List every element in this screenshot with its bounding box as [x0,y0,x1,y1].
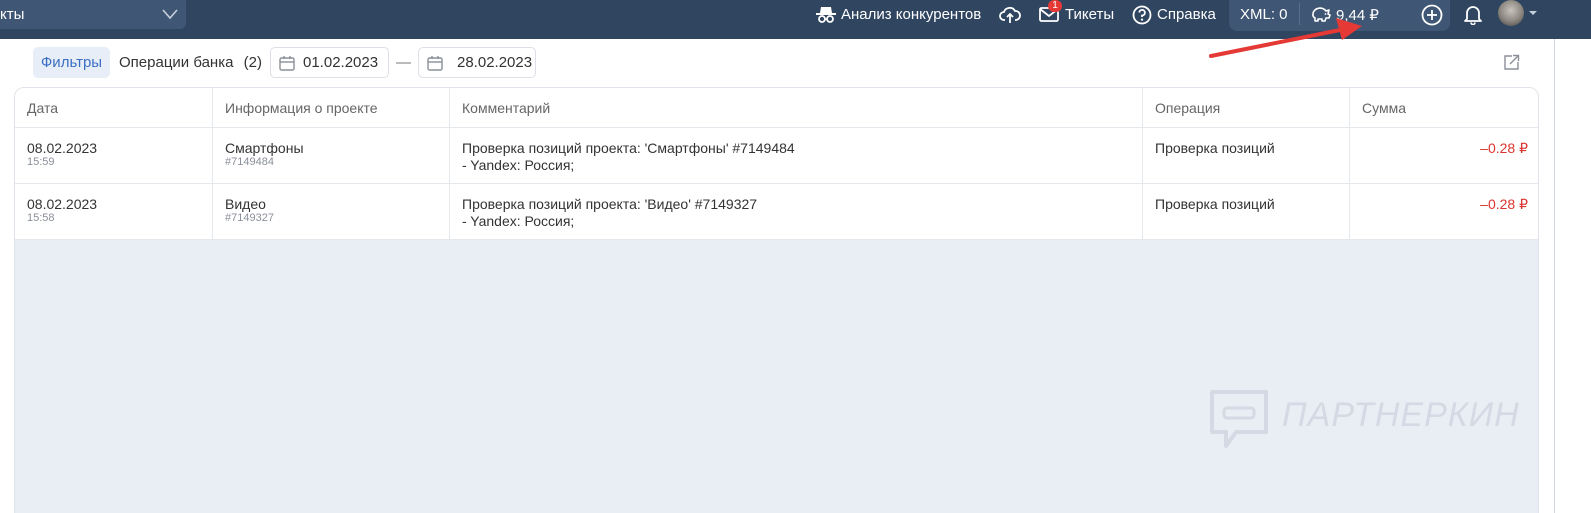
chevron-down-icon [162,9,178,20]
watermark-text: ПАРТНЕРКИН [1282,396,1520,434]
competitors-analysis-label: Анализ конкурентов [841,6,982,23]
filters-button[interactable]: Фильтры [33,47,110,78]
bank-operations-label: Операции банка [119,54,234,71]
project-id: #7149484 [225,156,274,168]
comment-line: - Yandex: Россия; [462,157,575,173]
date-to-value: 28.02.2023 [457,54,533,71]
project-name[interactable]: Смартфоны [225,140,304,156]
project-name[interactable]: Видео [225,196,266,212]
operation-date: 08.02.2023 [27,140,98,156]
column-header-comment[interactable]: Комментарий [450,88,1143,127]
notifications-button[interactable] [1463,0,1483,29]
help-icon [1132,5,1152,24]
cell-amount: –0.28 ₽ [1350,184,1538,239]
comment-line: Проверка позиций проекта: 'Видео' #71493… [462,196,758,212]
cell-project-info: Видео #7149327 [213,184,450,239]
operation-type: Проверка позиций [1155,140,1275,156]
cell-operation: Проверка позиций [1143,128,1350,183]
tickets-badge: 1 [1048,0,1062,12]
cell-comment: Проверка позиций проекта: 'Видео' #71493… [450,184,1143,239]
export-icon[interactable] [1503,54,1520,71]
cell-amount: –0.28 ₽ [1350,128,1538,183]
tickets-label: Тикеты [1065,6,1115,23]
watermark-logo-icon [1210,390,1268,448]
column-header-project-info[interactable]: Информация о проекте [213,88,450,127]
cell-project-info: Смартфоны #7149484 [213,128,450,183]
table-row[interactable]: 08.02.2023 15:59 Смартфоны #7149484 Пров… [15,128,1538,184]
user-avatar[interactable] [1498,0,1524,26]
cell-comment: Проверка позиций проекта: 'Смартфоны' #7… [450,128,1143,183]
calendar-icon [427,56,443,71]
operation-date: 08.02.2023 [27,196,98,212]
project-id: #7149327 [225,212,274,224]
cell-date: 08.02.2023 15:58 [15,184,213,239]
cell-date: 08.02.2023 15:59 [15,128,213,183]
comment-line: Проверка позиций проекта: 'Смартфоны' #7… [462,140,795,156]
date-range-separator: — [396,54,411,71]
operation-time: 15:59 [27,156,55,168]
bank-operations-filter[interactable]: Операции банка (2) [119,47,262,78]
cloud-upload-button[interactable] [999,0,1021,29]
table-row[interactable]: 08.02.2023 15:58 Видео #7149327 Проверка… [15,184,1538,240]
project-selector[interactable]: кты [0,0,186,29]
plus-circle-icon [1421,4,1443,25]
bank-operations-count: (2) [243,54,262,71]
caret-down-icon[interactable] [1529,11,1537,15]
date-from-field[interactable]: 01.02.2023 [270,47,389,78]
top-up-balance-button[interactable] [1421,0,1443,29]
table-header: Дата Информация о проекте Комментарий Оп… [15,88,1538,128]
column-header-date[interactable]: Дата [15,88,213,127]
column-header-operation[interactable]: Операция [1143,88,1350,127]
operation-time: 15:58 [27,212,55,224]
cell-operation: Проверка позиций [1143,184,1350,239]
cloud-upload-icon [999,6,1021,23]
project-selector-label: кты [0,6,25,23]
date-from-value: 01.02.2023 [303,54,379,71]
operation-amount: –0.28 ₽ [1480,140,1528,156]
operation-amount: –0.28 ₽ [1480,196,1528,212]
bell-icon [1464,6,1482,25]
spy-icon [816,6,836,23]
date-to-field[interactable]: 28.02.2023 [418,47,536,78]
operation-type: Проверка позиций [1155,196,1275,212]
scrollbar-track [1554,39,1555,513]
column-header-amount[interactable]: Сумма [1350,88,1538,127]
calendar-icon [279,56,295,71]
competitors-analysis-link[interactable]: Анализ конкурентов [816,0,981,29]
comment-line: - Yandex: Россия; [462,213,575,229]
watermark: ПАРТНЕРКИН [1208,388,1528,454]
annotation-arrow-icon [1209,18,1362,58]
